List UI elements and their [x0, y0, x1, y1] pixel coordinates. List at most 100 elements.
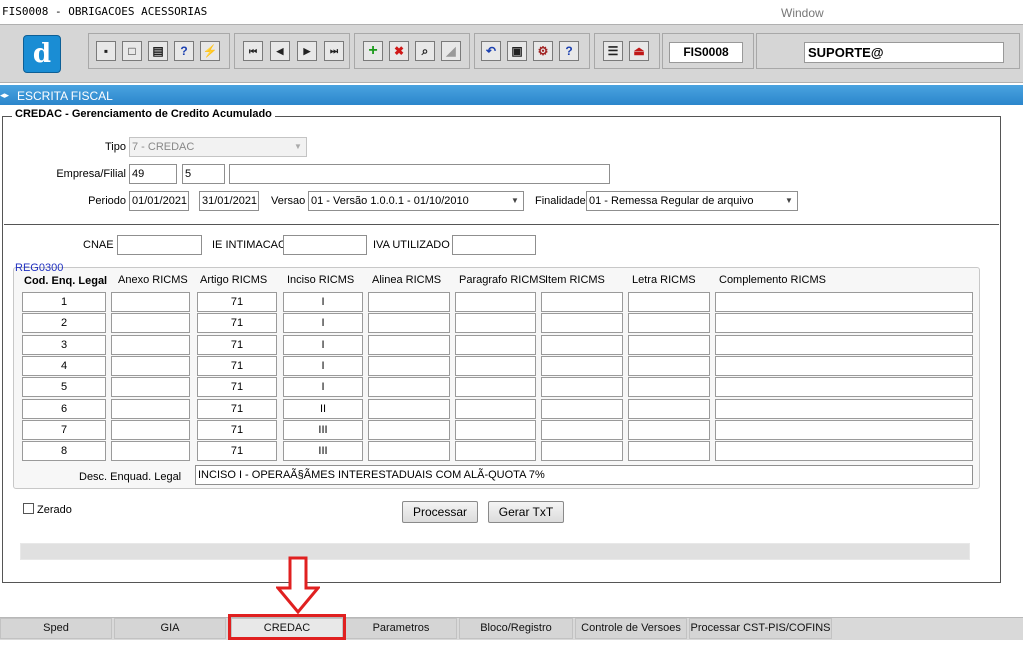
cell-item[interactable]	[541, 313, 623, 333]
tab-sped[interactable]: Sped	[0, 618, 112, 639]
filial-desc-field[interactable]	[229, 164, 610, 184]
cell-letra[interactable]	[628, 313, 710, 333]
cell-cod[interactable]: 3	[22, 335, 106, 355]
periodo-start-field[interactable]: 01/01/2021	[129, 191, 189, 211]
cell-complemento[interactable]	[715, 356, 973, 376]
tools-icon[interactable]: ⚙	[533, 41, 553, 61]
cell-cod[interactable]: 1	[22, 292, 106, 312]
last-record-icon[interactable]: ⏭	[324, 41, 344, 61]
cell-anexo[interactable]	[111, 420, 190, 440]
tab-parametros[interactable]: Parametros	[345, 618, 457, 639]
cell-artigo[interactable]: 71	[197, 377, 277, 397]
cell-complemento[interactable]	[715, 399, 973, 419]
cell-complemento[interactable]	[715, 420, 973, 440]
cell-paragrafo[interactable]	[455, 292, 536, 312]
cell-anexo[interactable]	[111, 335, 190, 355]
cell-inciso[interactable]: I	[283, 356, 363, 376]
cell-alinea[interactable]	[368, 356, 450, 376]
cell-paragrafo[interactable]	[455, 356, 536, 376]
cell-anexo[interactable]	[111, 292, 190, 312]
cnae-field[interactable]	[117, 235, 202, 255]
cell-inciso[interactable]: I	[283, 335, 363, 355]
periodo-end-field[interactable]: 31/01/2021	[199, 191, 259, 211]
cell-item[interactable]	[541, 377, 623, 397]
cell-artigo[interactable]: 71	[197, 441, 277, 461]
cell-inciso[interactable]: III	[283, 441, 363, 461]
tab-processar-cst[interactable]: Processar CST-PIS/COFINS	[689, 618, 832, 639]
cell-letra[interactable]	[628, 377, 710, 397]
cell-inciso[interactable]: II	[283, 399, 363, 419]
cell-letra[interactable]	[628, 335, 710, 355]
cell-cod[interactable]: 6	[22, 399, 106, 419]
cell-artigo[interactable]: 71	[197, 399, 277, 419]
tipo-select[interactable]: 7 - CREDAC ▼	[129, 137, 307, 157]
cell-anexo[interactable]	[111, 441, 190, 461]
cell-inciso[interactable]: I	[283, 292, 363, 312]
window-menu[interactable]: Window	[781, 6, 824, 20]
cell-alinea[interactable]	[368, 313, 450, 333]
cell-paragrafo[interactable]	[455, 441, 536, 461]
cell-complemento[interactable]	[715, 441, 973, 461]
cell-paragrafo[interactable]	[455, 313, 536, 333]
cell-item[interactable]	[541, 292, 623, 312]
cell-anexo[interactable]	[111, 399, 190, 419]
tab-gia[interactable]: GIA	[114, 618, 226, 639]
cell-anexo[interactable]	[111, 313, 190, 333]
tab-controle-versoes[interactable]: Controle de Versoes	[575, 618, 687, 639]
cell-letra[interactable]	[628, 399, 710, 419]
cell-item[interactable]	[541, 420, 623, 440]
versao-select[interactable]: 01 - Versão 1.0.0.1 - 01/10/2010 ▼	[308, 191, 524, 211]
cell-cod[interactable]: 5	[22, 377, 106, 397]
filial-field[interactable]: 5	[182, 164, 225, 184]
clear-icon[interactable]: ◢	[441, 41, 461, 61]
cell-alinea[interactable]	[368, 420, 450, 440]
cell-inciso[interactable]: I	[283, 377, 363, 397]
cell-letra[interactable]	[628, 356, 710, 376]
cell-artigo[interactable]: 71	[197, 420, 277, 440]
cell-alinea[interactable]	[368, 441, 450, 461]
cell-paragrafo[interactable]	[455, 399, 536, 419]
ie-intimacao-field[interactable]	[283, 235, 367, 255]
gerar-txt-button[interactable]: Gerar TxT	[488, 501, 564, 523]
cell-alinea[interactable]	[368, 399, 450, 419]
cell-alinea[interactable]	[368, 292, 450, 312]
cell-item[interactable]	[541, 441, 623, 461]
cell-item[interactable]	[541, 399, 623, 419]
cell-letra[interactable]	[628, 420, 710, 440]
query-icon[interactable]: ⌕	[415, 41, 435, 61]
desc-enquad-field[interactable]: INCISO I - OPERAÃ§ÃMES INTERESTADUAIS CO…	[195, 465, 973, 485]
help-icon[interactable]: ?	[559, 41, 579, 61]
cell-inciso[interactable]: III	[283, 420, 363, 440]
cell-cod[interactable]: 8	[22, 441, 106, 461]
cell-paragrafo[interactable]	[455, 377, 536, 397]
undo-icon[interactable]: ↶	[481, 41, 501, 61]
insert-record-icon[interactable]: +	[363, 41, 383, 61]
cell-inciso[interactable]: I	[283, 313, 363, 333]
cell-paragrafo[interactable]	[455, 420, 536, 440]
finalidade-select[interactable]: 01 - Remessa Regular de arquivo ▼	[586, 191, 798, 211]
cell-alinea[interactable]	[368, 335, 450, 355]
cell-alinea[interactable]	[368, 377, 450, 397]
cell-complemento[interactable]	[715, 377, 973, 397]
cell-letra[interactable]	[628, 292, 710, 312]
cell-artigo[interactable]: 71	[197, 313, 277, 333]
cell-cod[interactable]: 4	[22, 356, 106, 376]
processar-button[interactable]: Processar	[402, 501, 478, 523]
tab-bloco-registro[interactable]: Bloco/Registro	[459, 618, 573, 639]
cell-complemento[interactable]	[715, 313, 973, 333]
cell-complemento[interactable]	[715, 335, 973, 355]
cell-anexo[interactable]	[111, 356, 190, 376]
cell-artigo[interactable]: 71	[197, 292, 277, 312]
lightning-query-icon[interactable]: ⚡	[200, 41, 220, 61]
cell-artigo[interactable]: 71	[197, 335, 277, 355]
cell-item[interactable]	[541, 335, 623, 355]
cell-anexo[interactable]	[111, 377, 190, 397]
menu-icon[interactable]: ☰	[603, 41, 623, 61]
previous-record-icon[interactable]: ◀	[270, 41, 290, 61]
cell-cod[interactable]: 7	[22, 420, 106, 440]
cell-paragrafo[interactable]	[455, 335, 536, 355]
zerado-checkbox[interactable]	[23, 503, 34, 514]
empresa-field[interactable]: 49	[129, 164, 177, 184]
cell-cod[interactable]: 2	[22, 313, 106, 333]
cell-letra[interactable]	[628, 441, 710, 461]
